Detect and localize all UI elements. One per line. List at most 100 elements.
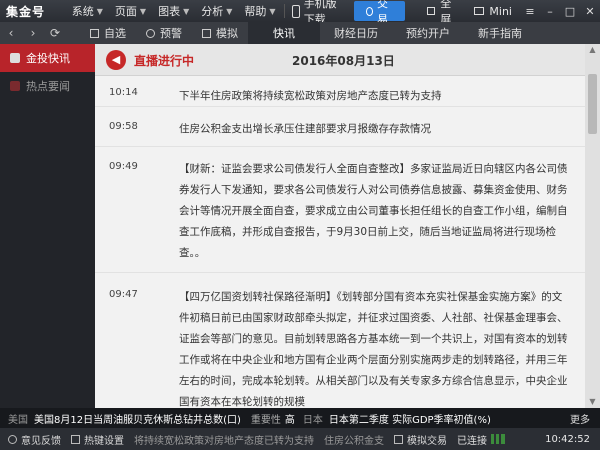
- news-item[interactable]: 09:49 【财新：证监会要求公司债发行人全面自查整改】多家证监局近日向辖区内各…: [95, 147, 585, 273]
- chevron-down-icon: ▼: [139, 6, 147, 16]
- monitor-icon: [202, 28, 211, 38]
- news-text: 【财新：证监会要求公司债发行人全面自查整改】多家证监局近日向辖区内各公司债券发行…: [179, 163, 568, 259]
- keyboard-icon: [71, 434, 80, 444]
- divider: [283, 4, 285, 18]
- close-icon[interactable]: ✕: [580, 5, 600, 18]
- ticker-country: 美国: [8, 414, 28, 426]
- refresh-icon[interactable]: ⟳: [44, 26, 66, 40]
- title-bar: 集金号 系统 ▼ 页面 ▼ 图表 ▼ 分析 ▼ 帮助 ▼ 手机版下载 交易 全屏 Mini…: [0, 0, 600, 26]
- tab-watchlist[interactable]: 自选: [80, 22, 136, 44]
- ticker-importance-label: 重要性: [250, 414, 281, 426]
- signal-icon: [491, 434, 505, 444]
- menu-analysis[interactable]: 分析 ▼: [195, 0, 238, 22]
- nav-bar: ‹ › ⟳ 自选 预警 模拟 快讯 财经日历 预约开户 新手指南: [0, 22, 600, 44]
- news-item[interactable]: 10:14 下半年住房政策将持续宽松政策对房地产态度已转为支持: [95, 77, 585, 107]
- more-link[interactable]: 更多: [570, 411, 600, 426]
- ticker-country: 日本: [302, 414, 323, 426]
- menu-help[interactable]: 帮助 ▼: [238, 0, 281, 22]
- app-window: 集金号 系统 ▼ 页面 ▼ 图表 ▼ 分析 ▼ 帮助 ▼ 手机版下载 交易 全屏 Mini…: [0, 0, 600, 450]
- tab-guide[interactable]: 新手指南: [464, 22, 536, 44]
- scrollbar-thumb[interactable]: [588, 74, 597, 134]
- tab-flash-news-label: 快讯: [273, 27, 295, 40]
- menu-system[interactable]: 系统 ▼: [66, 0, 109, 22]
- feedback-icon: [8, 434, 17, 444]
- sidebar: 金投快讯 热点要闻: [0, 44, 95, 408]
- news-item[interactable]: 09:58 住房公积金支出增长承压住建部要求月报缴存存款情况: [95, 107, 585, 147]
- tab-calendar-label: 财经日历: [334, 27, 378, 40]
- fullscreen-button[interactable]: 全屏: [405, 0, 466, 26]
- news-item[interactable]: 09:47 【四万亿国资划转社保路径渐明】《划转部分国有资本充实社保基金实施方案…: [95, 273, 585, 408]
- tab-watchlist-label: 自选: [104, 27, 126, 40]
- hotkey-settings-link[interactable]: 热键设置: [84, 432, 124, 447]
- news-text: 下半年住房政策将持续宽松政策对房地产态度已转为支持: [179, 90, 442, 102]
- news-text: 【四万亿国资划转社保路径渐明】《划转部分国有资本充实社保基金实施方案》的文件初稿…: [179, 291, 568, 408]
- scrolling-headline[interactable]: 住房公积金支: [324, 432, 384, 447]
- mini-button[interactable]: Mini: [466, 0, 520, 22]
- phone-icon: [292, 4, 300, 18]
- chevron-down-icon: ▼: [183, 6, 190, 16]
- forward-icon[interactable]: ›: [22, 26, 44, 40]
- tab-simulate[interactable]: 模拟: [192, 22, 248, 44]
- menu-page-label: 页面: [114, 5, 137, 18]
- window-controls: ≡ – □ ✕: [520, 0, 600, 22]
- clock: 10:42:52: [545, 433, 590, 445]
- news-time: 09:58: [109, 121, 138, 132]
- live-header: ◀ 直播进行中 2016年08月13日: [95, 44, 585, 76]
- feedback-link[interactable]: 意见反馈: [21, 432, 61, 447]
- sidebar-item-label: 热点要闻: [26, 80, 70, 93]
- sidebar-item-label: 金投快讯: [26, 52, 70, 65]
- news-panel: ◀ 直播进行中 2016年08月13日 10:14 下半年住房政策将持续宽松政策…: [95, 44, 585, 408]
- tab-simulate-label: 模拟: [216, 27, 238, 40]
- chevron-down-icon: ▼: [269, 6, 276, 16]
- fullscreen-icon: [427, 7, 436, 15]
- tab-alert-label: 预警: [160, 27, 182, 40]
- app-logo: 集金号: [6, 4, 46, 19]
- back-icon[interactable]: ‹: [0, 26, 22, 40]
- news-icon: [10, 81, 20, 91]
- tab-calendar[interactable]: 财经日历: [320, 22, 392, 44]
- sim-trade-link[interactable]: 模拟交易: [407, 432, 447, 447]
- sidebar-item-hot-news[interactable]: 热点要闻: [0, 72, 95, 100]
- trade-button[interactable]: 交易: [353, 0, 406, 26]
- tab-guide-label: 新手指南: [478, 27, 522, 40]
- news-list: 10:14 下半年住房政策将持续宽松政策对房地产态度已转为支持 09:58 住房…: [95, 77, 585, 408]
- sim-trade-icon: [394, 434, 403, 444]
- mobile-download-button[interactable]: 手机版下载: [286, 0, 351, 26]
- mini-icon: [474, 7, 485, 15]
- live-status: 直播进行中: [134, 54, 195, 68]
- news-time: 10:14: [109, 87, 138, 98]
- menu-page[interactable]: 页面 ▼: [109, 0, 152, 22]
- menu-chart-label: 图表: [158, 5, 181, 18]
- minimize-icon[interactable]: –: [540, 5, 560, 18]
- chevron-down-icon: ▼: [226, 6, 233, 16]
- scrolling-headline[interactable]: 将持续宽松政策对房地产态度已转为支持: [134, 432, 314, 447]
- connection-status: 已连接: [457, 435, 487, 447]
- tab-open-account-label: 预约开户: [406, 27, 450, 40]
- scrollbar[interactable]: ▲ ▼: [585, 44, 600, 408]
- status-bar: 意见反馈 热键设置 将持续宽松政策对房地产态度已转为支持 住房公积金支 模拟交易…: [0, 428, 600, 450]
- ticker-importance-value: 高: [284, 414, 295, 426]
- tab-open-account[interactable]: 预约开户: [392, 22, 464, 44]
- menu-icon[interactable]: ≡: [520, 5, 540, 18]
- menu-chart[interactable]: 图表 ▼: [152, 0, 195, 22]
- chevron-down-icon: ▼: [96, 6, 103, 16]
- scroll-up-icon[interactable]: ▲: [585, 44, 600, 56]
- clock-icon: [146, 28, 155, 38]
- ticker-news[interactable]: 美国8月12日当周油服贝克休斯总钻井总数(口): [34, 411, 241, 426]
- news-icon: [10, 53, 20, 63]
- scroll-down-icon[interactable]: ▼: [585, 396, 600, 408]
- sidebar-item-flash-news[interactable]: 金投快讯: [0, 44, 95, 72]
- economic-ticker: 美国 美国8月12日当周油服贝克休斯总钻井总数(口) 重要性 高 日本 日本第二…: [0, 408, 600, 428]
- tab-alert[interactable]: 预警: [136, 22, 192, 44]
- menu-system-label: 系统: [71, 5, 94, 18]
- mini-label: Mini: [489, 4, 512, 18]
- tab-flash-news[interactable]: 快讯: [248, 22, 320, 44]
- maximize-icon[interactable]: □: [560, 5, 580, 18]
- live-date: 2016年08月13日: [292, 54, 395, 68]
- ticker-news[interactable]: 日本第二季度 实际GDP季率初值(%): [329, 411, 491, 426]
- speaker-icon: ◀: [106, 50, 126, 70]
- menu-analysis-label: 分析: [201, 5, 224, 18]
- trade-icon: [365, 6, 373, 16]
- news-time: 09:49: [109, 161, 138, 172]
- news-text: 住房公积金支出增长承压住建部要求月报缴存存款情况: [179, 123, 431, 135]
